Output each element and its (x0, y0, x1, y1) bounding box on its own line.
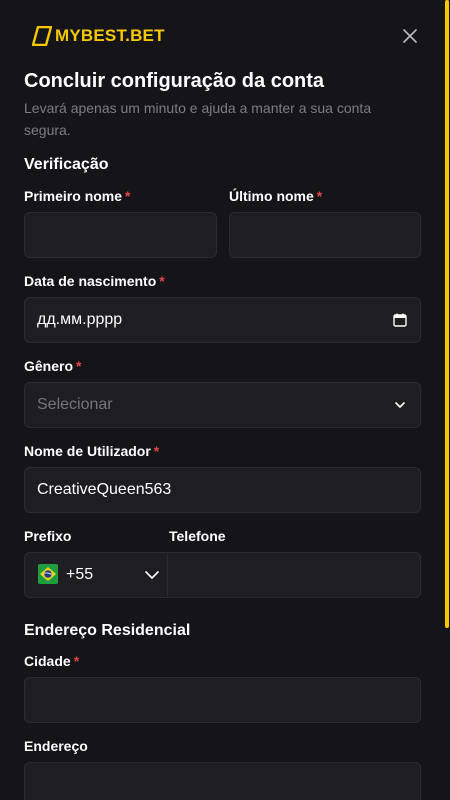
address-field[interactable] (24, 762, 421, 800)
required-mark: * (153, 443, 160, 459)
birth-date-label: Data de nascimento * (24, 273, 165, 289)
logo-mark-icon (32, 26, 52, 46)
username-label: Nome de Utilizador * (24, 443, 160, 459)
first-name-label: Primeiro nome * (24, 188, 131, 204)
gender-placeholder: Selecionar (37, 396, 113, 413)
gender-label: Gênero * (24, 358, 82, 374)
city-field[interactable] (24, 677, 421, 723)
address-label: Endereço (24, 738, 88, 754)
prefix-value[interactable]: +55 (66, 566, 93, 584)
first-name-input[interactable] (25, 213, 216, 257)
birth-date-placeholder: дд.мм.рррр (37, 311, 123, 328)
brazil-flag-icon (38, 564, 58, 584)
logo-text: MYBEST.BET (55, 26, 165, 45)
required-mark: * (76, 358, 82, 374)
gender-select[interactable]: Selecionar (24, 382, 421, 428)
close-icon (403, 29, 417, 43)
page-title: Concluir configuração da conta (24, 70, 325, 92)
section-verification-heading: Verificação (24, 156, 109, 173)
required-mark: * (316, 188, 323, 204)
username-value[interactable]: CreativeQueen563 (37, 481, 171, 499)
birth-date-field[interactable]: дд.мм.рррр (24, 297, 421, 343)
chevron-down-icon[interactable] (143, 566, 161, 584)
page-subtitle: Levará apenas um minuto e ajuda a manter… (24, 100, 372, 138)
city-label: Cidade * (24, 653, 80, 669)
first-name-field[interactable] (24, 212, 217, 258)
close-button[interactable] (398, 24, 422, 48)
required-mark: * (159, 273, 165, 289)
chevron-down-icon (392, 397, 408, 413)
prefix-divider (167, 554, 168, 596)
username-field[interactable]: CreativeQueen563 (24, 467, 421, 513)
prefix-label: Prefixo (24, 528, 72, 544)
last-name-input[interactable] (230, 213, 420, 257)
calendar-icon[interactable] (392, 312, 408, 328)
address-input[interactable] (25, 763, 420, 800)
last-name-label: Último nome * (229, 188, 323, 204)
city-input[interactable] (25, 678, 420, 722)
section-address-heading: Endereço Residencial (24, 622, 191, 639)
required-mark: * (125, 188, 131, 204)
brand-logo[interactable]: MYBEST.BET (32, 26, 165, 46)
required-mark: * (73, 653, 80, 669)
scrollbar-track[interactable] (444, 0, 450, 800)
modal-header: MYBEST.BET (0, 0, 444, 70)
phone-field-group[interactable]: +55 (24, 552, 421, 598)
last-name-field[interactable] (229, 212, 421, 258)
scrollbar-thumb[interactable] (445, 0, 449, 628)
phone-label: Telefone (169, 528, 226, 544)
